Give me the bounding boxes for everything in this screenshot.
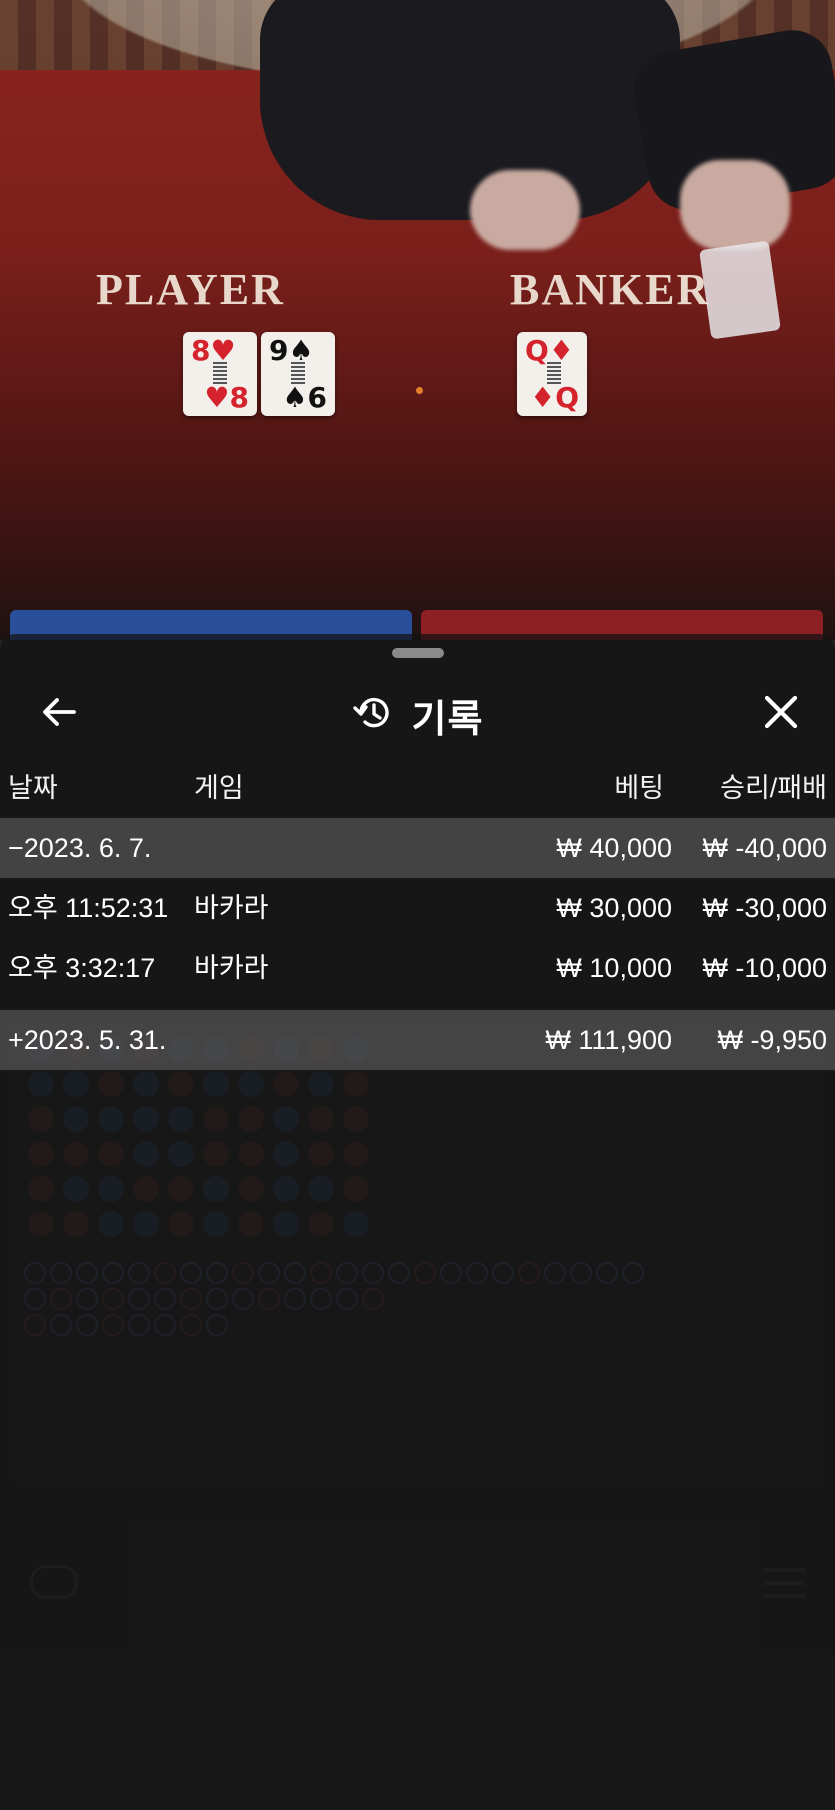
- banker-card-1: Q♦ ♦Q: [517, 332, 587, 416]
- history-row[interactable]: 오후 11:52:31 바카라 ₩ 30,000 ₩ -30,000: [0, 878, 835, 938]
- row-win-loss: ₩ -40,000: [702, 833, 827, 863]
- player-card-2: 9♠ ♠6: [261, 332, 335, 416]
- row-bet: ₩ 40,000: [556, 833, 672, 863]
- card-rank: 9: [269, 334, 289, 367]
- date-group-row[interactable]: −2023. 6. 7. ₩ 40,000 ₩ -40,000: [0, 818, 835, 878]
- row-win-loss: ₩ -9,950: [717, 1025, 827, 1055]
- row-bet: ₩ 111,900: [545, 1025, 672, 1055]
- row-time: 오후 11:52:31: [8, 893, 169, 923]
- arrow-left-icon: [40, 692, 80, 737]
- history-clock-icon: [352, 692, 394, 739]
- row-date: −2023. 6. 7.: [8, 833, 152, 863]
- row-time: 오후 3:32:17: [8, 953, 156, 983]
- column-header-game: 게임: [194, 773, 244, 803]
- row-bet: ₩ 10,000: [556, 953, 672, 983]
- dealer-hand: [470, 170, 580, 250]
- card-rank: 8: [191, 334, 211, 367]
- sheet-title: 기록: [411, 698, 484, 741]
- live-video: PLAYER BANKER 8♥ ♥8 9♠ ♠6 Q♦ ♦Q: [0, 0, 835, 640]
- player-card-1: 8♥ ♥8: [183, 332, 257, 416]
- card-in-hand: [699, 240, 781, 340]
- dealer-body: [260, 0, 680, 220]
- row-game: 바카라: [194, 953, 269, 983]
- row-win-loss: ₩ -30,000: [702, 893, 827, 923]
- close-button[interactable]: [753, 686, 809, 742]
- player-area-label: PLAYER: [96, 265, 285, 314]
- dealer-hand: [680, 160, 790, 250]
- sheet-header: 기록: [0, 674, 835, 756]
- history-row[interactable]: 오후 3:32:17 바카라 ₩ 10,000 ₩ -10,000: [0, 938, 835, 998]
- banker-area-label: BANKER: [510, 265, 711, 314]
- card-rank-bottom: 6: [307, 381, 327, 414]
- row-game: 바카라: [194, 893, 269, 923]
- back-button[interactable]: [32, 686, 88, 742]
- date-group-row[interactable]: +2023. 5. 31. ₩ 111,900 ₩ -9,950: [0, 1010, 835, 1070]
- row-win-loss: ₩ -10,000: [702, 953, 827, 983]
- row-bet: ₩ 30,000: [556, 893, 672, 923]
- card-rank-bottom: Q: [555, 381, 579, 414]
- card-rank-bottom: 8: [229, 381, 249, 414]
- close-x-icon: [762, 693, 800, 736]
- table-marker: [416, 387, 423, 394]
- sheet-grabber[interactable]: [392, 648, 444, 658]
- column-header-bet: 베팅: [614, 773, 664, 803]
- row-date: +2023. 5. 31.: [8, 1025, 167, 1055]
- history-sheet: 기록 날짜 게임 베팅 승리/패배 −2023. 6. 7. ₩ 40,000 …: [0, 634, 835, 1810]
- title-group: 기록: [0, 674, 835, 756]
- column-header-date: 날짜: [8, 773, 58, 803]
- column-header-win-loss: 승리/패배: [720, 773, 827, 803]
- card-rank: Q: [525, 334, 549, 367]
